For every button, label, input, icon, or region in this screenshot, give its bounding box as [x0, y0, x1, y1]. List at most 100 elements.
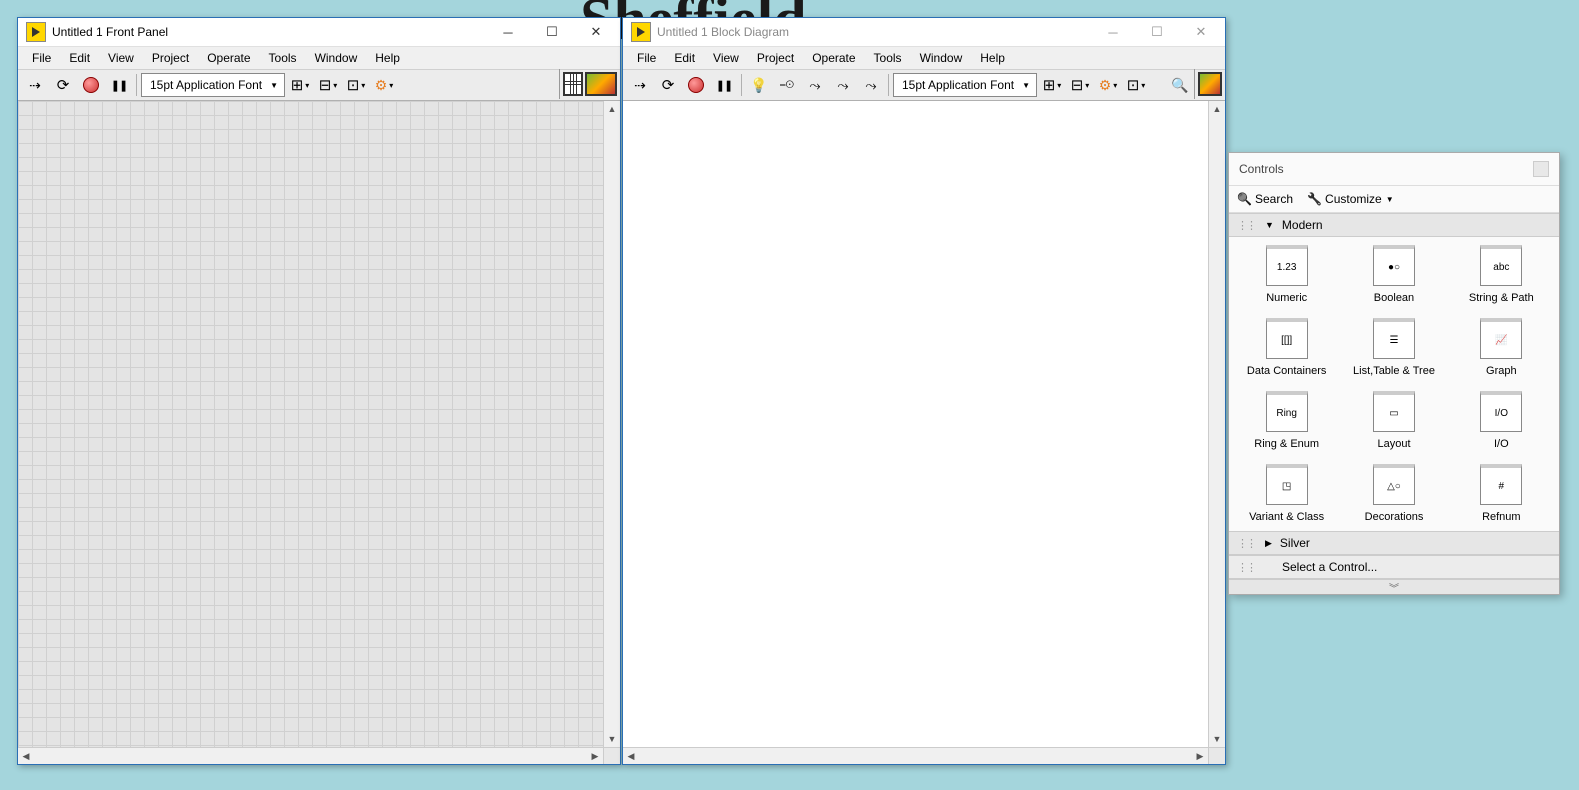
retain-wire-values-button[interactable]	[774, 72, 800, 98]
palette-item-label: Data Containers	[1247, 365, 1327, 377]
category-modern[interactable]: ⋮⋮ ▼ Modern	[1229, 213, 1559, 237]
palette-item-refnum[interactable]: #Refnum	[1448, 464, 1555, 523]
palette-item-string-path[interactable]: abcString & Path	[1448, 245, 1555, 304]
menu-file[interactable]: File	[24, 49, 59, 67]
step-out-button[interactable]	[858, 72, 884, 98]
menu-view[interactable]: View	[100, 49, 142, 67]
palette-item-data-containers[interactable]: [[]]Data Containers	[1233, 318, 1340, 377]
canvas-area: ▲▼	[18, 101, 620, 747]
menu-help[interactable]: Help	[367, 49, 408, 67]
collapse-icon: ▶	[1265, 538, 1272, 549]
minimize-button[interactable]: ─	[1091, 18, 1135, 46]
menu-operate[interactable]: Operate	[804, 49, 863, 67]
menu-operate[interactable]: Operate	[199, 49, 258, 67]
maximize-button[interactable]: ☐	[530, 18, 574, 46]
step-over-button[interactable]	[830, 72, 856, 98]
palette-item-graph[interactable]: 📈Graph	[1448, 318, 1555, 377]
search-button[interactable]	[1167, 72, 1193, 98]
highlight-execution-button[interactable]	[746, 72, 772, 98]
step-into-button[interactable]	[802, 72, 828, 98]
palette-item-list-table-tree[interactable]: ☰List,Table & Tree	[1340, 318, 1447, 377]
pin-button[interactable]	[1533, 161, 1549, 177]
chevron-down-icon: ▼	[270, 81, 278, 90]
front-panel-window: Untitled 1 Front Panel ─ ☐ ✕ File Edit V…	[17, 17, 621, 765]
menu-file[interactable]: File	[629, 49, 664, 67]
palette-item-numeric[interactable]: 1.23Numeric	[1233, 245, 1340, 304]
palette-item-variant-class[interactable]: ◳Variant & Class	[1233, 464, 1340, 523]
pause-button[interactable]	[711, 72, 737, 98]
palette-item-boolean[interactable]: ●○Boolean	[1340, 245, 1447, 304]
align-objects-button[interactable]	[1039, 72, 1065, 98]
double-chevron-down-icon: ︾	[1389, 580, 1399, 595]
reorder-button[interactable]	[1123, 72, 1149, 98]
distribute-objects-button[interactable]	[1067, 72, 1093, 98]
minimize-button[interactable]: ─	[486, 18, 530, 46]
menu-project[interactable]: Project	[144, 49, 197, 67]
menu-window[interactable]: Window	[912, 49, 971, 67]
select-control-row[interactable]: ⋮⋮ Select a Control...	[1229, 555, 1559, 579]
toolbar: 15pt Application Font▼	[623, 69, 1225, 101]
menu-tools[interactable]: Tools	[866, 49, 910, 67]
palette-item-layout[interactable]: ▭Layout	[1340, 391, 1447, 450]
font-selector[interactable]: 15pt Application Font▼	[893, 73, 1037, 97]
palette-item-i-o[interactable]: I/OI/O	[1448, 391, 1555, 450]
abort-button[interactable]	[78, 72, 104, 98]
menu-tools[interactable]: Tools	[261, 49, 305, 67]
close-button[interactable]: ✕	[574, 18, 618, 46]
palette-item-icon: Ring	[1266, 391, 1308, 432]
run-continuously-button[interactable]	[655, 72, 681, 98]
run-button[interactable]	[22, 72, 48, 98]
align-objects-button[interactable]	[287, 72, 313, 98]
front-panel-titlebar[interactable]: Untitled 1 Front Panel ─ ☐ ✕	[18, 18, 620, 47]
canvas-area: ▲▼	[623, 101, 1225, 747]
vi-icon[interactable]	[1198, 72, 1222, 96]
block-diagram-titlebar[interactable]: Untitled 1 Block Diagram ─ ☐ ✕	[623, 18, 1225, 47]
expand-icon: ▼	[1265, 220, 1274, 230]
category-silver[interactable]: ⋮⋮ ▶ Silver	[1229, 531, 1559, 555]
palette-item-ring-enum[interactable]: RingRing & Enum	[1233, 391, 1340, 450]
category-label: Silver	[1280, 536, 1310, 550]
controls-palette: Controls Search Customize▼ ⋮⋮ ▼ Modern 1…	[1228, 152, 1560, 595]
expand-bar[interactable]: ︾	[1229, 579, 1559, 594]
menu-edit[interactable]: Edit	[61, 49, 98, 67]
horizontal-scrollbar[interactable]: ◀▶	[18, 747, 620, 764]
palette-item-icon: I/O	[1480, 391, 1522, 432]
palette-title: Controls	[1239, 162, 1284, 176]
abort-button[interactable]	[683, 72, 709, 98]
horizontal-scrollbar[interactable]: ◀▶	[623, 747, 1225, 764]
menu-edit[interactable]: Edit	[666, 49, 703, 67]
palette-search-button[interactable]: Search	[1237, 192, 1293, 206]
font-selector[interactable]: 15pt Application Font▼	[141, 73, 285, 97]
palette-item-label: String & Path	[1469, 292, 1534, 304]
block-diagram-canvas[interactable]	[623, 101, 1208, 747]
palette-item-label: List,Table & Tree	[1353, 365, 1435, 377]
run-continuously-button[interactable]	[50, 72, 76, 98]
reorder-button[interactable]	[371, 72, 397, 98]
menu-project[interactable]: Project	[749, 49, 802, 67]
palette-grid: 1.23Numeric●○BooleanabcString & Path [[]]…	[1229, 237, 1559, 531]
wrench-icon	[1307, 192, 1321, 206]
menu-help[interactable]: Help	[972, 49, 1013, 67]
vertical-scrollbar[interactable]: ▲▼	[603, 101, 620, 747]
front-panel-canvas[interactable]	[18, 101, 603, 747]
palette-titlebar[interactable]: Controls	[1229, 153, 1559, 186]
vertical-scrollbar[interactable]: ▲▼	[1208, 101, 1225, 747]
connector-pane[interactable]	[563, 72, 583, 96]
close-button[interactable]: ✕	[1179, 18, 1223, 46]
customize-button[interactable]: Customize▼	[1307, 192, 1394, 206]
run-button[interactable]	[627, 72, 653, 98]
palette-item-decorations[interactable]: △○Decorations	[1340, 464, 1447, 523]
distribute-objects-button[interactable]	[315, 72, 341, 98]
resize-objects-button[interactable]	[343, 72, 369, 98]
window-title: Untitled 1 Front Panel	[52, 25, 486, 39]
cleanup-diagram-button[interactable]	[1095, 72, 1121, 98]
icon-pane[interactable]	[1194, 69, 1225, 99]
vi-icon[interactable]	[585, 72, 617, 96]
palette-toolbar: Search Customize▼	[1229, 186, 1559, 213]
category-label: Modern	[1282, 218, 1323, 232]
maximize-button[interactable]: ☐	[1135, 18, 1179, 46]
icon-pane[interactable]	[559, 69, 620, 99]
menu-view[interactable]: View	[705, 49, 747, 67]
pause-button[interactable]	[106, 72, 132, 98]
menu-window[interactable]: Window	[307, 49, 366, 67]
